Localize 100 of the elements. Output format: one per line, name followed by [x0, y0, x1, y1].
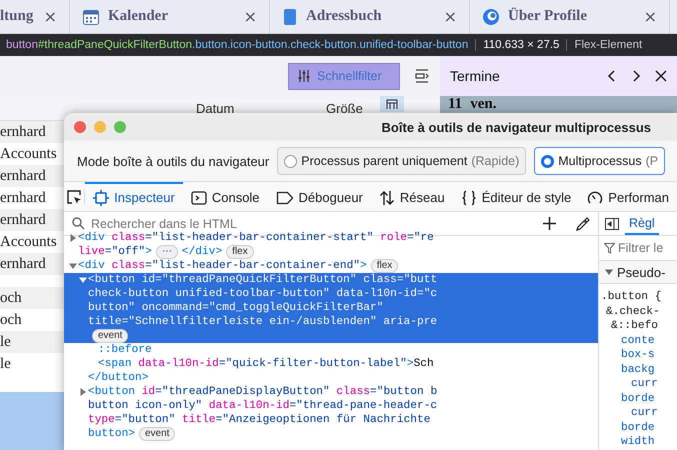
tab-label[interactable]: Adressbuch: [306, 8, 436, 25]
message-sender[interactable]: ernhard: [0, 168, 46, 184]
markup-code: </div>: [182, 246, 222, 258]
search-icon: [72, 217, 85, 230]
markup-code: </button>: [88, 372, 148, 384]
css-rule-text: conte: [621, 334, 655, 346]
desktop-background: [0, 392, 64, 450]
console-icon: [190, 190, 207, 206]
markup-code: check-button unified-toolbar-button" data-l10n-id="c: [88, 288, 438, 300]
search-field[interactable]: Rechercher dans le HTML: [89, 216, 530, 232]
markup-badge[interactable]: flex: [226, 245, 254, 259]
add-icon[interactable]: [542, 217, 556, 230]
markup-code: <button id="threadPaneDisplayButton" class="button b: [88, 386, 438, 398]
markup-code: ::before: [98, 344, 152, 356]
markup-badge[interactable]: flex: [370, 259, 398, 273]
column-header[interactable]: Größe: [326, 100, 380, 116]
close-icon[interactable]: ×: [644, 7, 657, 26]
tab-label[interactable]: Kalender: [108, 8, 236, 25]
radio-icon[interactable]: [541, 154, 554, 168]
tab-label[interactable]: Über Profile: [508, 8, 636, 25]
column-picker-icon[interactable]: [380, 96, 404, 112]
markup-code: <div class="list-header-bar-container-end">: [78, 260, 367, 272]
message-sender[interactable]: le: [0, 356, 11, 372]
collapsed-triangle-icon[interactable]: [79, 388, 87, 396]
sidebar-toggle-icon[interactable]: [605, 218, 619, 230]
css-rule-text: curr: [631, 407, 658, 419]
devtools-tab[interactable]: Inspecteur: [85, 182, 183, 211]
css-rule-text: backg: [621, 364, 655, 376]
devtools-tab[interactable]: Console: [182, 182, 268, 211]
tab-label[interactable]: ltung: [0, 8, 36, 25]
devtools-tab[interactable]: Éditeur de style: [452, 182, 580, 211]
next-icon[interactable]: [631, 70, 641, 82]
element-type: Flex-Element: [566, 39, 642, 51]
sliders-icon: [297, 69, 311, 83]
close-icon[interactable]: ×: [44, 7, 57, 26]
css-rule-text: borde: [621, 422, 655, 434]
message-sender[interactable]: ernhard: [0, 256, 46, 272]
inspector-icon: [93, 190, 110, 206]
mode-radio-button[interactable]: Multiprocessus (P: [534, 147, 666, 175]
close-window-icon[interactable]: [74, 121, 86, 133]
markup-code: <button id="threadPaneQuickFilterButton" class="butt: [88, 274, 438, 286]
app-tab[interactable]: ltung ×: [0, 0, 70, 33]
close-icon[interactable]: ×: [244, 7, 257, 26]
app-tab[interactable]: Kalender ×: [70, 0, 270, 33]
tag-shape-icon: [276, 190, 294, 204]
book-icon: [282, 8, 298, 26]
markup-badge[interactable]: ⋯: [156, 245, 178, 259]
element-size: 110.633 × 27.5: [475, 39, 560, 51]
markup-code: title="Schnellfilterleiste ein-/ausblenden" aria-pre: [88, 316, 438, 328]
markup-code: live="off">: [78, 246, 152, 258]
message-sender[interactable]: Accounts: [0, 146, 57, 162]
devtools-tab[interactable]: Réseau: [370, 182, 453, 211]
rules-tab[interactable]: Règl: [625, 212, 659, 235]
message-sender[interactable]: och: [0, 312, 22, 328]
app-tab[interactable]: Adressbuch ×: [270, 0, 470, 33]
selected-node-highlight[interactable]: [64, 273, 598, 343]
mode-label: Mode boîte à outils du navigateur: [77, 154, 270, 168]
calendar-icon: [82, 8, 100, 26]
css-rule-text: &::befo: [611, 320, 658, 332]
list-options-icon[interactable]: [414, 68, 430, 84]
column-header[interactable]: Datum: [196, 100, 326, 116]
close-icon[interactable]: [655, 70, 667, 82]
weekday-text: ven.: [470, 97, 498, 112]
pane-title: Termine: [450, 68, 501, 84]
message-sender[interactable]: le: [0, 334, 11, 350]
markup-code: <div class="list-header-bar-container-start" role="re: [78, 232, 434, 244]
markup-code: type="button" title="Anzeigeoptionen für Nachrichte: [88, 414, 430, 426]
css-rule-text: box-s: [621, 349, 655, 361]
app-tab[interactable]: Über Profile ×: [470, 0, 670, 33]
close-icon[interactable]: ×: [444, 7, 457, 26]
braces-icon: [460, 190, 477, 206]
expanded-triangle-icon[interactable]: [605, 268, 613, 276]
day-number: 11: [448, 97, 462, 112]
devtools-tab[interactable]: Performan: [579, 182, 677, 211]
previous-icon[interactable]: [607, 70, 617, 82]
message-sender[interactable]: ernhard: [0, 190, 46, 206]
devtools-tab[interactable]: Débogueur: [268, 182, 371, 211]
markup-code: <span data-l10n-id="quick-filter-button-label">Sch: [98, 358, 434, 370]
css-rule-text: width: [621, 436, 655, 448]
mode-radio-button[interactable]: Processus parent uniquement (Rapide): [277, 147, 526, 175]
globe-icon: [482, 8, 500, 26]
eyedropper-icon[interactable]: [576, 216, 590, 230]
filter-field[interactable]: Filtrer le: [618, 241, 670, 255]
css-rule-text: curr: [631, 378, 658, 390]
gauge-icon: [587, 190, 604, 206]
css-rule-text: .button {: [601, 291, 662, 303]
message-sender[interactable]: ernhard: [0, 124, 46, 140]
collapsed-triangle-icon[interactable]: [69, 234, 77, 242]
expanded-triangle-icon[interactable]: [69, 262, 77, 270]
markup-badge[interactable]: event: [92, 329, 128, 343]
markup-code: button>: [88, 428, 135, 440]
window-title: Boîte à outils de navigateur multiprocessus: [382, 120, 652, 134]
message-sender[interactable]: och: [0, 290, 22, 306]
expanded-triangle-icon[interactable]: [79, 276, 87, 284]
markup-badge[interactable]: event: [139, 427, 176, 441]
message-sender[interactable]: ernhard: [0, 212, 46, 228]
radio-icon[interactable]: [284, 154, 298, 168]
element-picker-icon[interactable]: [66, 188, 82, 204]
message-sender[interactable]: Accounts: [0, 234, 57, 250]
section-heading: Pseudo-: [617, 264, 666, 280]
